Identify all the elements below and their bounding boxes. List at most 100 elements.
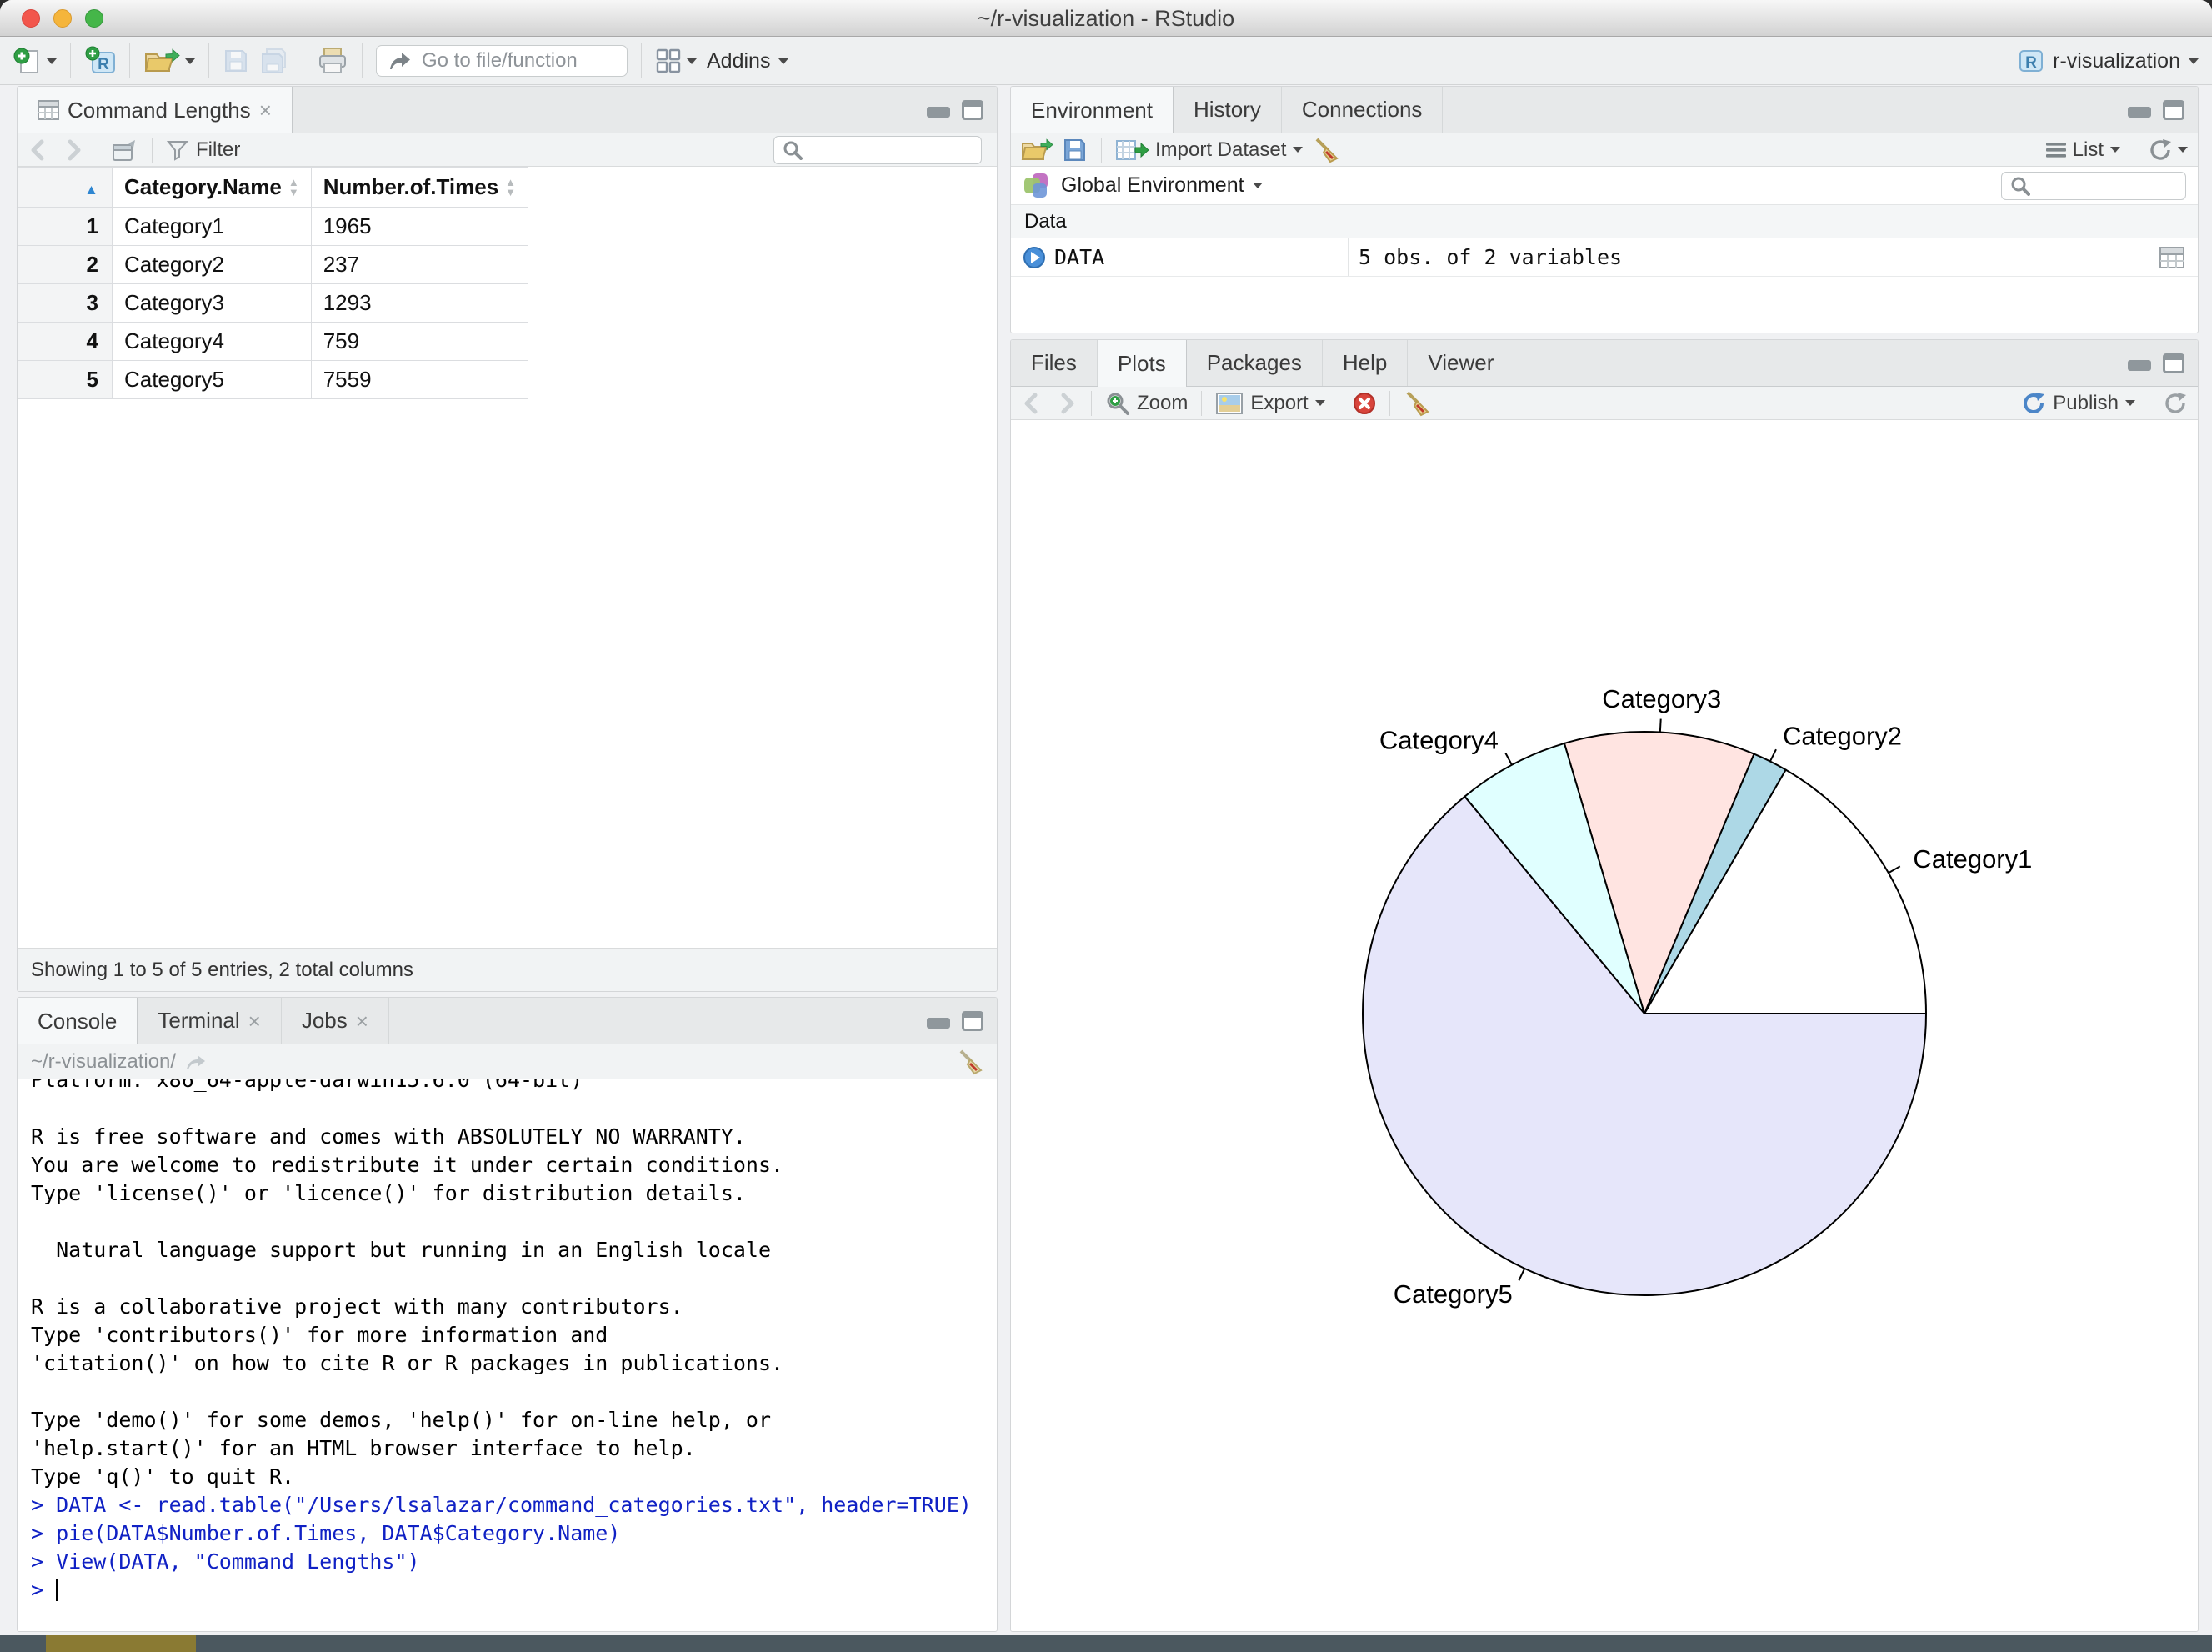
chevron-down-icon [2178,147,2188,153]
svg-text:R: R [98,56,109,73]
tab-terminal[interactable]: Terminal × [138,998,282,1044]
tab-console[interactable]: Console [18,998,138,1044]
forward-arrow-icon[interactable] [61,138,84,162]
table-row: 5 Category5 7559 [18,360,529,399]
environment-search-input[interactable] [2001,171,2186,200]
save-all-icon[interactable] [259,48,289,74]
column-header-number-of-times[interactable]: Number.of.Times ▲ ▼ [310,167,529,208]
chevron-down-icon [2125,400,2135,406]
environment-object-row[interactable]: DATA 5 obs. of 2 variables [1011,238,2198,277]
minimize-pane-icon[interactable] [927,107,950,118]
tab-plots[interactable]: Plots [1097,340,1187,387]
close-icon[interactable]: × [356,1010,368,1032]
print-icon[interactable] [317,47,348,75]
list-icon [2045,142,2066,158]
new-project-icon: R [84,46,116,76]
environment-scope-selector[interactable]: Global Environment [1061,173,1263,198]
search-icon [783,140,803,160]
refresh-button[interactable] [2148,138,2188,163]
broom-icon[interactable] [1404,390,1430,417]
console-prompt[interactable]: > [31,1576,997,1604]
pie-label-tick [1518,1268,1526,1281]
import-dataset-button[interactable]: Import Dataset [1115,138,1304,163]
expand-object-icon[interactable] [1023,246,1046,269]
tab-help[interactable]: Help [1323,340,1409,386]
maximize-pane-icon[interactable] [2163,353,2184,373]
pane-minmax [2128,100,2184,120]
maximize-pane-icon[interactable] [962,100,983,120]
open-file-button[interactable] [143,47,195,75]
viewer-search-input[interactable] [773,135,982,164]
object-summary: 5 obs. of 2 variables [1359,245,1623,269]
environment-tabstrip: Environment History Connections [1011,87,2198,133]
tab-command-lengths[interactable]: Command Lengths × [18,87,293,133]
tab-connections[interactable]: Connections [1282,87,1444,133]
broom-icon[interactable] [1313,137,1339,163]
export-image-icon [1215,392,1244,415]
back-arrow-icon[interactable] [1021,392,1044,415]
sort-toggle-icon: ▲ ▼ [288,175,299,198]
console-output-area[interactable]: Platform: x86_64-apple-darwin15.6.0 (64-… [18,1079,997,1631]
publish-button[interactable]: Publish [2021,391,2135,416]
share-arrow-icon[interactable] [184,1053,208,1071]
pie-label-tick [1504,753,1513,766]
save-icon[interactable] [223,48,249,74]
pie-label-category5: Category5 [1394,1279,1513,1309]
pie-label-category3: Category3 [1602,684,1721,713]
chevron-down-icon [1314,400,1325,406]
new-file-button[interactable] [13,47,57,75]
tab-files[interactable]: Files [1011,340,1098,386]
list-view-button[interactable]: List [2045,138,2120,162]
project-menu-button[interactable]: R r-visualization [2018,48,2199,74]
viewer-toolbar: Filter [18,133,997,167]
forward-arrow-icon[interactable] [1054,392,1078,415]
column-header-category-name[interactable]: Category.Name ▲ ▼ [112,167,312,208]
plots-tabstrip: Files Plots Packages Help Viewer [1011,340,2198,387]
working-directory-label: ~/r-visualization/ [31,1049,177,1073]
table-row: 3 Category3 1293 [18,283,529,323]
remove-plot-icon[interactable] [1353,392,1376,415]
maximize-pane-icon[interactable] [2163,100,2184,120]
close-icon[interactable]: × [248,1010,261,1032]
pie-label-tick [1659,718,1662,733]
tab-environment[interactable]: Environment [1011,87,1174,133]
pane-layout-button[interactable] [655,48,697,74]
filter-funnel-icon [166,139,189,161]
load-workspace-icon[interactable] [1021,138,1053,163]
zoom-plot-button[interactable]: Zoom [1105,391,1188,416]
plots-pane: Files Plots Packages Help Viewer Zoom Ex… [1010,339,2199,1632]
plot-area: Category1 Category2 Category3 Category4 Cate… [1011,420,2198,1631]
tab-packages[interactable]: Packages [1187,340,1323,386]
filter-button[interactable]: Filter [166,138,240,162]
global-environment-icon [1023,172,1051,200]
goto-file-input[interactable]: Go to file/function [376,45,628,77]
addins-button[interactable]: Addins [707,49,789,73]
save-workspace-icon[interactable] [1063,138,1088,163]
chevron-down-icon [1252,183,1263,188]
console-output: Platform: x86_64-apple-darwin15.6.0 (64-… [31,1079,784,1489]
back-arrow-icon[interactable] [28,138,51,162]
refresh-icon[interactable] [2163,391,2188,416]
import-dataset-icon [1115,138,1149,163]
tab-history[interactable]: History [1174,87,1282,133]
open-folder-icon [143,47,180,75]
broom-icon[interactable] [957,1049,983,1075]
maximize-pane-icon[interactable] [962,1011,983,1031]
text-cursor [56,1579,59,1601]
filter-label: Filter [196,138,241,161]
new-project-button[interactable]: R [84,46,116,76]
tab-jobs[interactable]: Jobs × [282,998,389,1044]
rownum-header[interactable]: ▲ [18,167,113,208]
tab-viewer[interactable]: Viewer [1408,340,1515,386]
export-plot-button[interactable]: Export [1215,392,1325,415]
minimize-pane-icon[interactable] [2128,360,2151,371]
close-icon[interactable]: × [259,99,272,121]
refresh-icon [2148,138,2173,163]
zoom-magnifier-icon [1105,391,1130,416]
open-in-new-window-icon[interactable] [112,138,138,162]
minimize-pane-icon[interactable] [2128,107,2151,118]
minimize-pane-icon[interactable] [927,1018,950,1029]
view-dataframe-icon[interactable] [2159,246,2184,268]
sort-toggle-icon: ▲ ▼ [505,175,517,198]
data-viewer-pane: Command Lengths × Filter ▲ Category.Name… [17,86,998,992]
